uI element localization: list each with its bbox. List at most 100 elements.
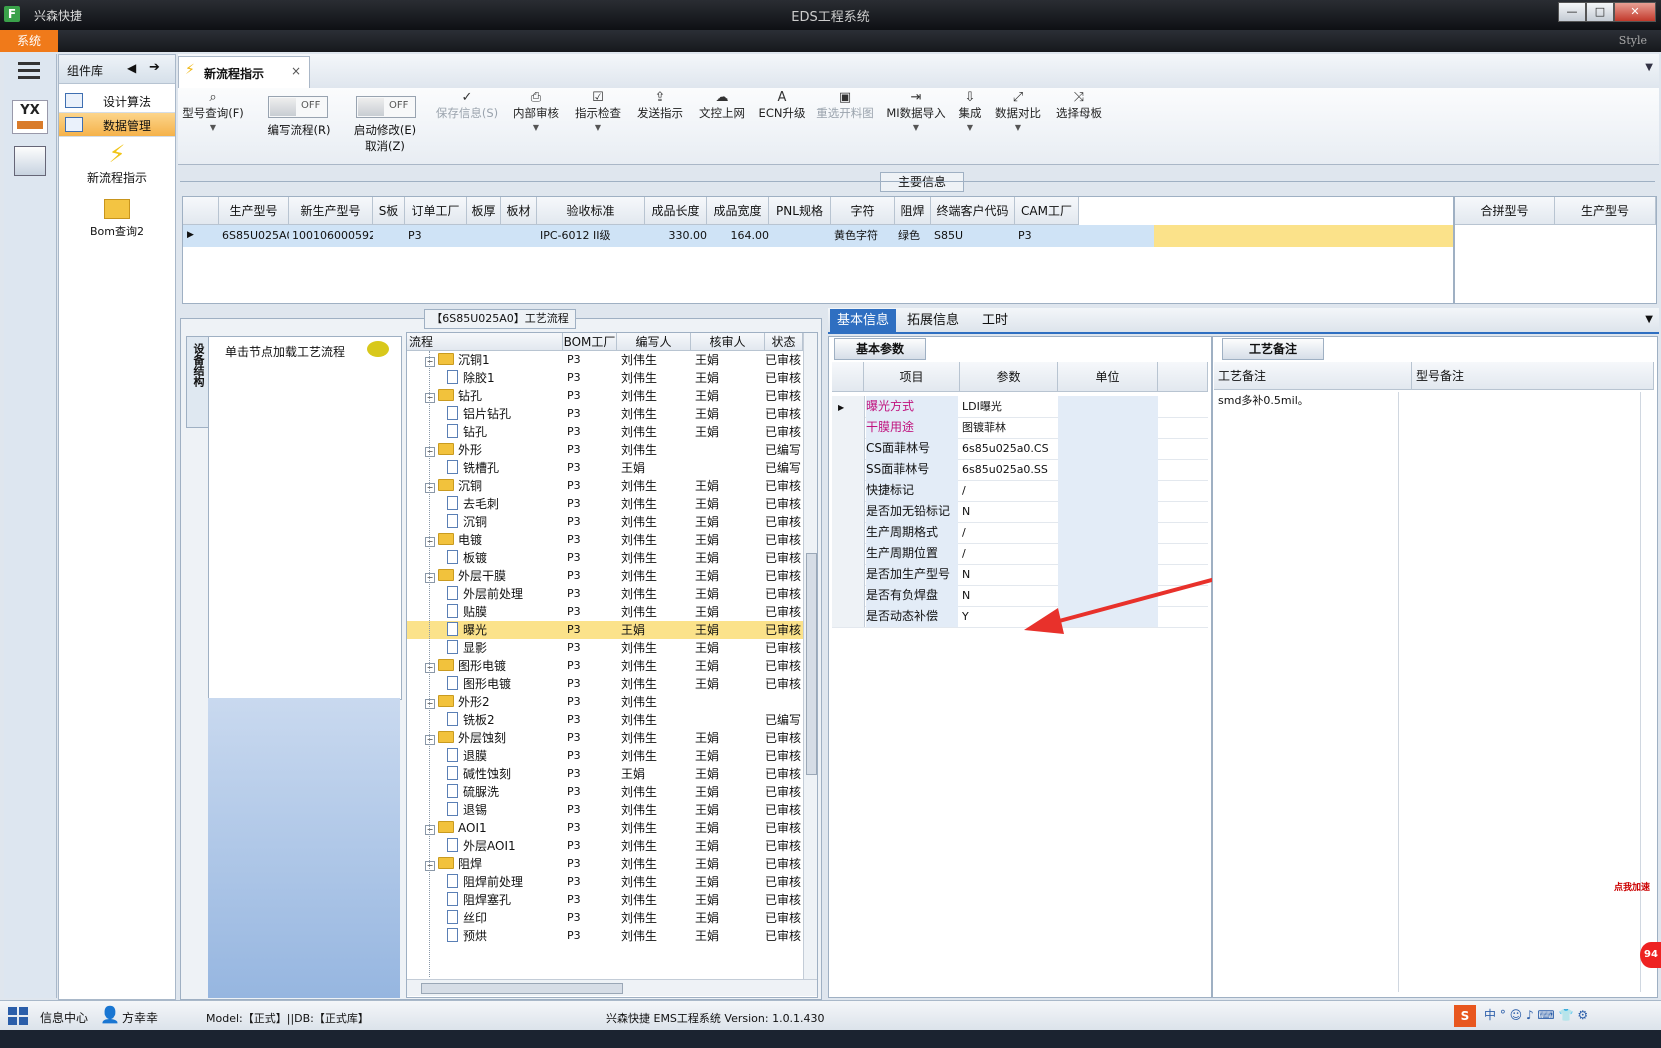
tree-row[interactable]: 显影 P3 刘伟生 王娟 已审核	[407, 639, 803, 657]
column-header[interactable]: 终端客户代码	[931, 197, 1015, 225]
process-note-text[interactable]: smd多补0.5mil。	[1218, 392, 1309, 408]
tree-row[interactable]: − AOI1 P3 刘伟生 王娟 已审核	[407, 819, 803, 837]
table-cell[interactable]	[373, 225, 405, 247]
auto-modify-toggle[interactable]: OFF	[356, 96, 416, 118]
param-row[interactable]: ▶ 曝光方式 LDI曝光	[832, 396, 1208, 418]
system-menu-tab[interactable]: 系统	[0, 30, 58, 52]
tree-row[interactable]: 外层前处理 P3 刘伟生 王娟 已审核	[407, 585, 803, 603]
accelerate-badge-text[interactable]: 点我加速	[1614, 880, 1650, 893]
grid-apps-icon[interactable]	[8, 1007, 28, 1025]
tab-man-hours[interactable]: 工时	[970, 309, 1020, 333]
column-header[interactable]: 订单工厂	[405, 197, 467, 225]
tree-row[interactable]: 铣槽孔 P3 王娟 已编写	[407, 459, 803, 477]
tree-row[interactable]: 硫脲洗 P3 刘伟生 王娟 已审核	[407, 783, 803, 801]
vertical-scrollbar[interactable]	[803, 333, 817, 979]
param-unit[interactable]	[1058, 480, 1158, 501]
tab-dropdown-icon[interactable]: ▼	[1645, 62, 1653, 73]
param-row[interactable]: CS面菲林号 6s85u025a0.CS	[832, 438, 1208, 460]
table-cell[interactable]: 黄色字符	[831, 225, 895, 247]
scrollbar-thumb[interactable]	[806, 553, 817, 775]
tree-row[interactable]: 钻孔 P3 刘伟生 王娟 已审核	[407, 423, 803, 441]
param-unit[interactable]	[1058, 459, 1158, 480]
tree-row[interactable]: − 沉铜 P3 刘伟生 王娟 已审核	[407, 477, 803, 495]
ecn-upgrade-button[interactable]: A ECN升级	[754, 88, 810, 164]
minimize-button[interactable]: —	[1558, 2, 1586, 22]
tree-row[interactable]: 阻焊塞孔 P3 刘伟生 王娟 已审核	[407, 891, 803, 909]
tree-row[interactable]: 丝印 P3 刘伟生 王娟 已审核	[407, 909, 803, 927]
param-unit[interactable]	[1058, 501, 1158, 522]
param-value[interactable]: /	[962, 480, 1056, 501]
doc-upload-button[interactable]: ☁ 文控上网	[692, 88, 752, 164]
column-header[interactable]: 验收标准	[537, 197, 645, 225]
table-cell[interactable]: 绿色	[895, 225, 931, 247]
param-value[interactable]: 6s85u025a0.CS	[962, 438, 1056, 459]
select-mother-board-button[interactable]: ⤨ 选择母板	[1048, 88, 1110, 164]
tree-row[interactable]: 外层AOI1 P3 刘伟生 王娟 已审核	[407, 837, 803, 855]
style-label[interactable]: Style	[1619, 34, 1647, 47]
column-header[interactable]: CAM工厂	[1015, 197, 1079, 225]
tree-row[interactable]: 铣板2 P3 刘伟生 已编写	[407, 711, 803, 729]
scrollbar-thumb[interactable]	[421, 983, 623, 994]
param-value[interactable]: 6s85u025a0.SS	[962, 459, 1056, 480]
param-value[interactable]: LDI曝光	[962, 396, 1056, 417]
table-cell[interactable]: S85U	[931, 225, 1015, 247]
send-instruction-button[interactable]: ⇪ 发送指示	[630, 88, 690, 164]
data-compare-button[interactable]: ⤢ 数据对比 ▼	[990, 88, 1046, 164]
tab-extended-info[interactable]: 拓展信息	[900, 309, 966, 333]
tree-row[interactable]: − 外形2 P3 刘伟生	[407, 693, 803, 711]
column-header[interactable]: 板厚	[467, 197, 501, 225]
model-query-button[interactable]: ⌕ 型号查询(F) ▼	[180, 88, 246, 164]
accelerate-badge-count[interactable]: 94	[1640, 942, 1661, 968]
tree-row[interactable]: 去毛刺 P3 刘伟生 王娟 已审核	[407, 495, 803, 513]
tree-row[interactable]: 曝光 P3 王娟 王娟 已审核	[407, 621, 803, 639]
tree-row[interactable]: − 钻孔 P3 刘伟生 王娟 已审核	[407, 387, 803, 405]
param-unit[interactable]	[1058, 438, 1158, 459]
reselect-cutting-button[interactable]: ▣ 重选开料图	[812, 88, 878, 164]
column-header[interactable]: 成品长度	[645, 197, 707, 225]
table-cell[interactable]: P3	[1015, 225, 1079, 247]
tree-row[interactable]: − 外层蚀刻 P3 刘伟生 王娟 已审核	[407, 729, 803, 747]
column-header[interactable]: S板	[373, 197, 405, 225]
table-cell[interactable]: 10010600059278	[289, 225, 373, 247]
tree-row[interactable]: 贴膜 P3 刘伟生 王娟 已审核	[407, 603, 803, 621]
equipment-structure-tab[interactable]: 设备结构	[186, 336, 210, 428]
table-cell[interactable]: 164.00	[707, 225, 770, 247]
close-tab-icon[interactable]: ×	[291, 64, 301, 78]
column-header[interactable]: 成品宽度	[707, 197, 769, 225]
tree-row[interactable]: − 外形 P3 刘伟生 已编写	[407, 441, 803, 459]
restore-button[interactable]: □	[1586, 2, 1614, 22]
close-button[interactable]: ✕	[1614, 2, 1656, 22]
tab-new-flow[interactable]: ⚡ 新流程指示 ×	[178, 56, 310, 89]
horizontal-scrollbar[interactable]	[407, 979, 817, 996]
table-cell[interactable]: IPC-6012 II级	[537, 225, 645, 247]
column-header[interactable]: 字符	[831, 197, 895, 225]
tree-row[interactable]: − 图形电镀 P3 刘伟生 王娟 已审核	[407, 657, 803, 675]
param-row[interactable]: 快捷标记 /	[832, 480, 1208, 502]
tree-row[interactable]: 板镀 P3 刘伟生 王娟 已审核	[407, 549, 803, 567]
vertical-scrollbar[interactable]	[1640, 392, 1653, 992]
collapse-left-icon[interactable]: ◀	[127, 61, 136, 75]
tree-row[interactable]: 碱性蚀刻 P3 王娟 王娟 已审核	[407, 765, 803, 783]
table-cell[interactable]	[769, 225, 831, 247]
table-cell[interactable]: 330.00	[645, 225, 708, 247]
param-value[interactable]: N	[962, 501, 1056, 522]
param-unit[interactable]	[1058, 396, 1158, 417]
column-header[interactable]: 新生产型号	[289, 197, 373, 225]
ime-logo-icon[interactable]: S	[1454, 1005, 1476, 1027]
tree-row[interactable]: 铝片钻孔 P3 刘伟生 王娟 已审核	[407, 405, 803, 423]
shortcut-new-flow[interactable]: ⚡ 新流程指示	[59, 139, 175, 189]
param-value[interactable]: 图镀菲林	[962, 417, 1056, 438]
column-header[interactable]: 阻焊	[895, 197, 931, 225]
mi-import-button[interactable]: ⇥ MI数据导入 ▼	[882, 88, 950, 164]
tree-row[interactable]: − 外层干膜 P3 刘伟生 王娟 已审核	[407, 567, 803, 585]
tree-row[interactable]: − 沉铜1 P3 刘伟生 王娟 已审核	[407, 351, 803, 369]
shortcut-bom-query[interactable]: Bom查询2	[59, 195, 175, 241]
tree-row[interactable]: 除胶1 P3 刘伟生 王娟 已审核	[407, 369, 803, 387]
save-info-button[interactable]: ✓ 保存信息(S)	[432, 88, 502, 164]
tree-row[interactable]: − 阻焊 P3 刘伟生 王娟 已审核	[407, 855, 803, 873]
param-unit[interactable]	[1058, 417, 1158, 438]
check-instruction-button[interactable]: ☑ 指示检查 ▼	[568, 88, 628, 164]
pin-panel-icon[interactable]: ➔	[149, 60, 160, 75]
column-header[interactable]: 生产型号	[219, 197, 289, 225]
param-row[interactable]: 是否加无铅标记 N	[832, 501, 1208, 523]
